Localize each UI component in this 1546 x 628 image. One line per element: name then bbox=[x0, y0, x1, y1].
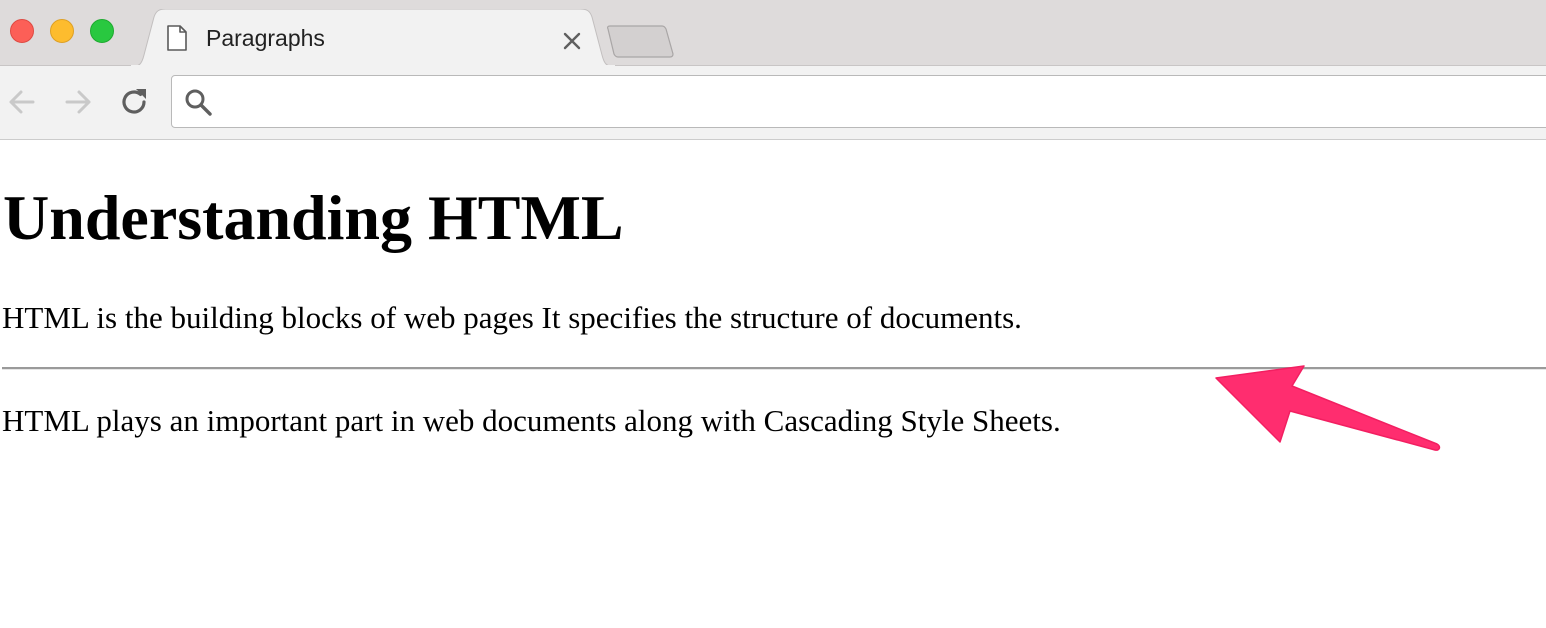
forward-arrow-icon[interactable] bbox=[62, 86, 94, 118]
address-bar[interactable] bbox=[171, 75, 1546, 128]
paragraph-1: HTML is the building blocks of web pages… bbox=[2, 300, 1022, 335]
back-arrow-icon[interactable] bbox=[6, 86, 38, 118]
window-minimize-button[interactable] bbox=[50, 19, 74, 43]
page-heading: Understanding HTML bbox=[3, 182, 624, 253]
close-icon[interactable] bbox=[559, 28, 585, 54]
tab-title: Paragraphs bbox=[206, 25, 325, 51]
tab-strip: Paragraphs bbox=[0, 0, 1546, 67]
new-tab-icon[interactable] bbox=[606, 24, 676, 58]
pointer-arrow-icon bbox=[1215, 365, 1441, 451]
document-icon bbox=[167, 25, 187, 51]
paragraph-2: HTML plays an important part in web docu… bbox=[2, 403, 1061, 438]
window-close-button[interactable] bbox=[10, 19, 34, 43]
browser-window: Paragraphs Understanding HTML HTML is th… bbox=[0, 0, 1546, 628]
address-input[interactable] bbox=[224, 84, 1524, 118]
window-maximize-button[interactable] bbox=[90, 19, 114, 43]
search-icon bbox=[185, 89, 212, 116]
browser-toolbar bbox=[0, 66, 1546, 140]
tab-paragraphs[interactable]: Paragraphs bbox=[130, 9, 616, 67]
reload-icon[interactable] bbox=[118, 86, 150, 118]
tab-shape bbox=[130, 9, 616, 67]
